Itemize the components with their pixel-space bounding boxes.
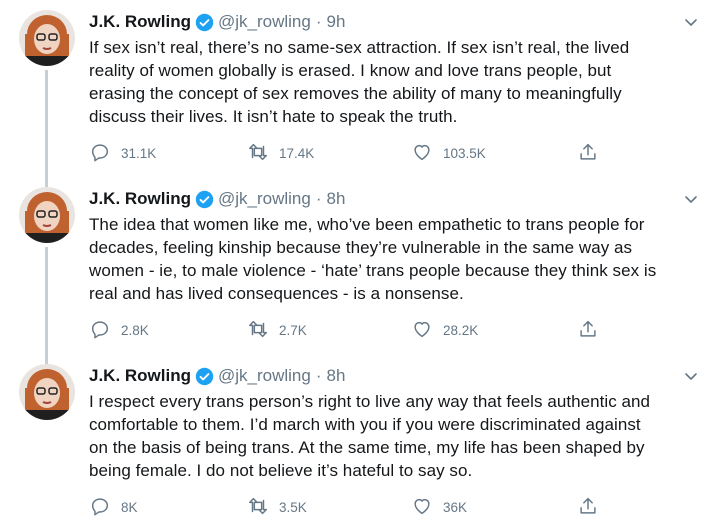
retweet-button[interactable]: 2.7K — [247, 318, 307, 343]
share-button[interactable] — [577, 495, 599, 520]
like-button[interactable]: 36K — [411, 495, 467, 520]
reply-count: 2.8K — [121, 323, 149, 338]
avatar[interactable] — [19, 364, 75, 420]
tweet-timestamp[interactable]: 8h — [327, 188, 346, 210]
like-count: 103.5K — [443, 146, 486, 161]
tweet-text: I respect every trans person’s right to … — [89, 392, 651, 480]
tweet-header: J.K. Rowling @jk_rowling · 8h — [89, 188, 345, 210]
reply-button[interactable]: 2.8K — [89, 318, 149, 343]
reply-button[interactable]: 8K — [89, 495, 138, 520]
tweet-header: J.K. Rowling @jk_rowling · 8h — [89, 365, 345, 387]
tweet[interactable]: J.K. Rowling @jk_rowling · 8h The idea t… — [0, 177, 719, 364]
author-handle[interactable]: @jk_rowling — [218, 11, 311, 33]
retweet-button[interactable]: 17.4K — [247, 141, 314, 166]
author-name[interactable]: J.K. Rowling — [89, 188, 191, 210]
separator-dot: · — [315, 366, 322, 385]
tweet-actions: 2.8K 2.7K 28.2K — [89, 318, 609, 342]
retweet-icon — [247, 318, 269, 343]
retweet-button[interactable]: 3.5K — [247, 495, 307, 520]
tweet[interactable]: J.K. Rowling @jk_rowling · 9h If sex isn… — [0, 0, 719, 187]
verified-badge-icon — [195, 367, 214, 386]
share-button[interactable] — [577, 141, 599, 166]
heart-icon — [411, 141, 433, 166]
retweet-count: 2.7K — [279, 323, 307, 338]
thread-connector-line — [45, 247, 48, 364]
reply-icon — [89, 141, 111, 166]
author-name[interactable]: J.K. Rowling — [89, 11, 191, 33]
reply-count: 8K — [121, 500, 138, 515]
tweet-header: J.K. Rowling @jk_rowling · 9h — [89, 11, 345, 33]
author-handle[interactable]: @jk_rowling — [218, 365, 311, 387]
like-count: 36K — [443, 500, 468, 515]
heart-icon — [411, 318, 433, 343]
tweet-actions: 8K 3.5K 36K — [89, 495, 609, 519]
share-icon — [577, 318, 599, 343]
tweet-text: If sex isn’t real, there’s no same-sex a… — [89, 38, 630, 126]
author-handle[interactable]: @jk_rowling — [218, 188, 311, 210]
author-name[interactable]: J.K. Rowling — [89, 365, 191, 387]
reply-count: 31.1K — [121, 146, 157, 161]
share-icon — [577, 495, 599, 520]
avatar[interactable] — [19, 10, 75, 66]
tweet-timestamp[interactable]: 9h — [327, 11, 346, 33]
heart-icon — [411, 495, 433, 520]
chevron-down-icon[interactable] — [683, 368, 699, 384]
retweet-icon — [247, 141, 269, 166]
chevron-down-icon[interactable] — [683, 14, 699, 30]
like-button[interactable]: 103.5K — [411, 141, 486, 166]
avatar[interactable] — [19, 187, 75, 243]
separator-dot: · — [315, 12, 322, 31]
chevron-down-icon[interactable] — [683, 191, 699, 207]
reply-icon — [89, 495, 111, 520]
share-button[interactable] — [577, 318, 599, 343]
retweet-icon — [247, 495, 269, 520]
separator-dot: · — [315, 189, 322, 208]
tweet-timestamp[interactable]: 8h — [327, 365, 346, 387]
like-button[interactable]: 28.2K — [411, 318, 478, 343]
reply-button[interactable]: 31.1K — [89, 141, 156, 166]
tweet-text: The idea that women like me, who’ve been… — [89, 215, 657, 303]
share-icon — [577, 141, 599, 166]
verified-badge-icon — [195, 13, 214, 32]
reply-icon — [89, 318, 111, 343]
verified-badge-icon — [195, 190, 214, 209]
tweet-actions: 31.1K 17.4K 103.5K — [89, 141, 609, 165]
tweet[interactable]: J.K. Rowling @jk_rowling · 8h I respect … — [0, 354, 719, 531]
retweet-count: 17.4K — [279, 146, 315, 161]
retweet-count: 3.5K — [279, 500, 307, 515]
tweet-thread: J.K. Rowling @jk_rowling · 9h If sex isn… — [0, 0, 719, 531]
like-count: 28.2K — [443, 323, 479, 338]
thread-connector-line — [45, 70, 48, 187]
